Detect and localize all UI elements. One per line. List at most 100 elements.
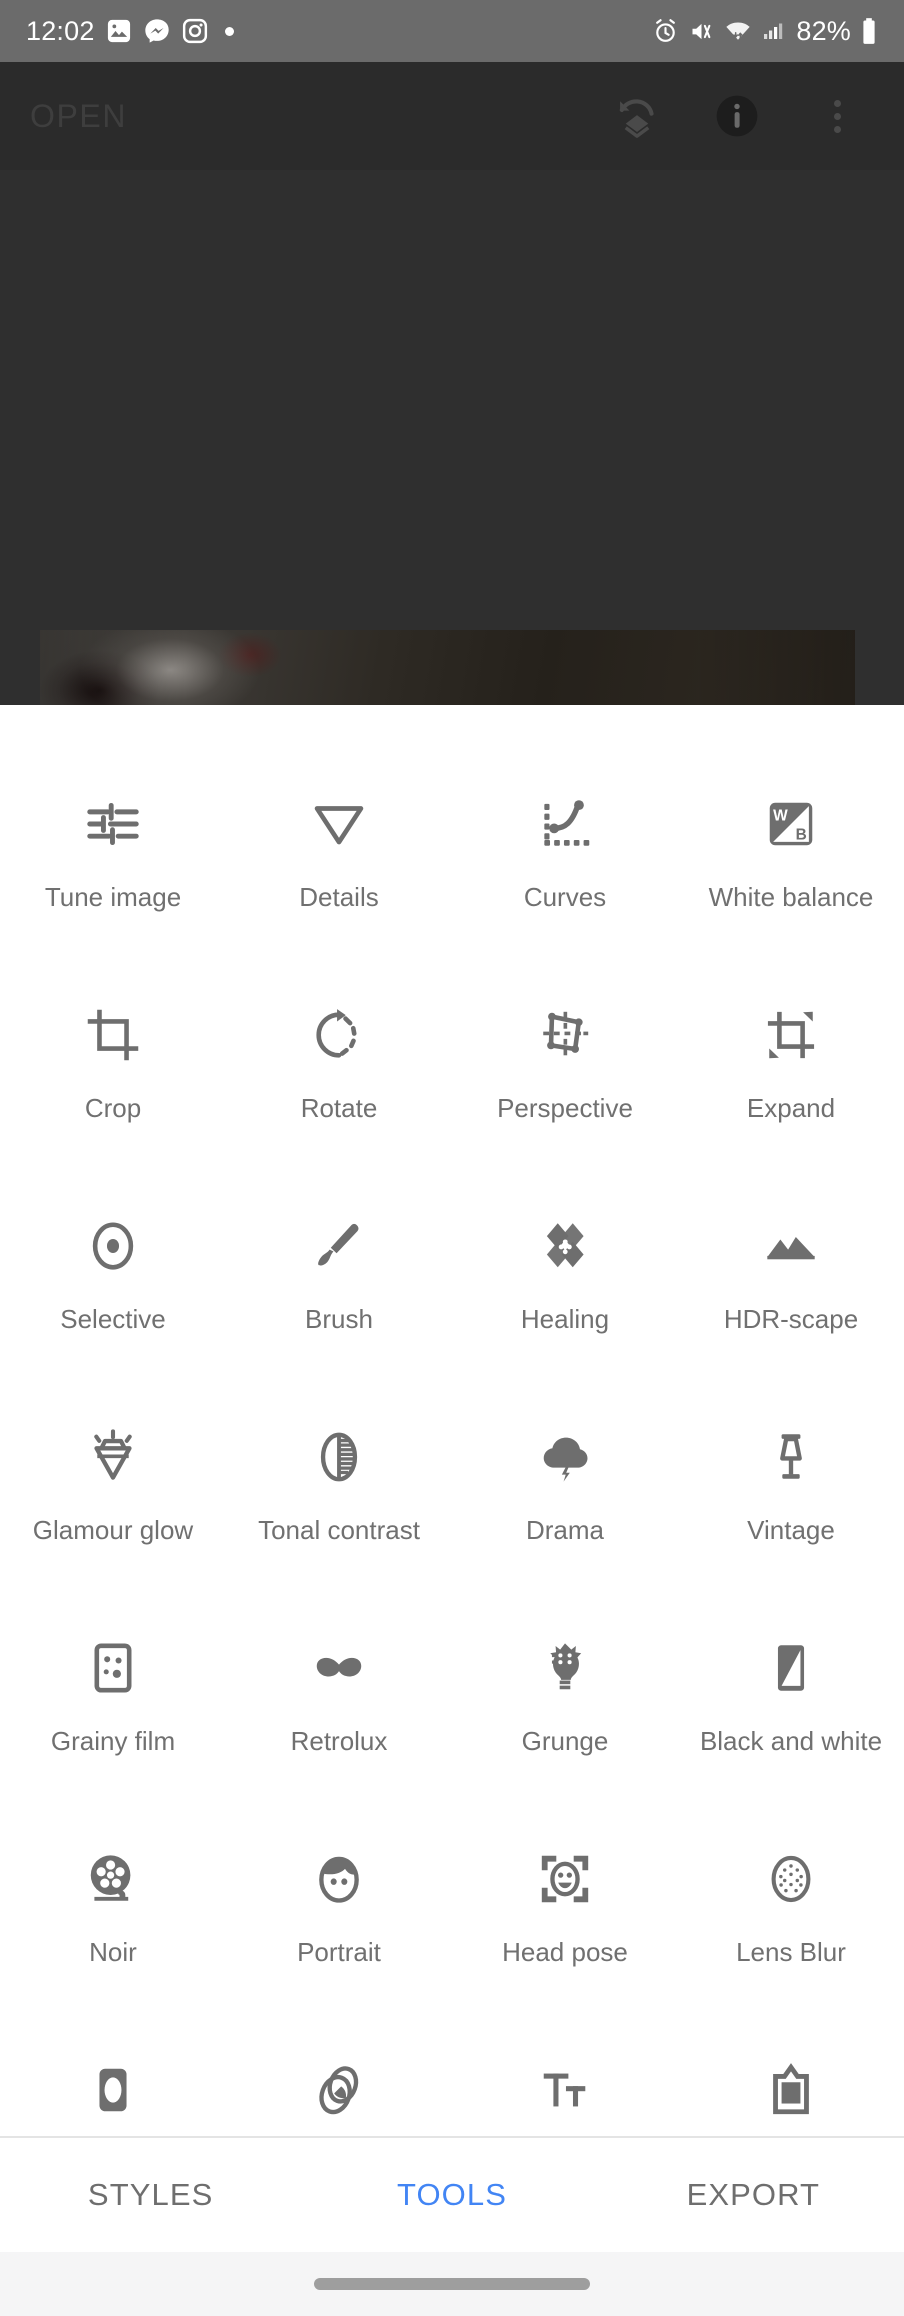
- vignette-icon: [84, 2047, 142, 2133]
- tool-grainy-film[interactable]: Grainy film: [0, 1611, 226, 1822]
- tool-label: Curves: [523, 882, 607, 912]
- tool-vintage[interactable]: Vintage: [678, 1400, 904, 1611]
- tool-lens-blur[interactable]: Lens Blur: [678, 1822, 904, 2033]
- tool-label: Glamour glow: [32, 1515, 194, 1545]
- drama-cloud-icon: [536, 1414, 594, 1500]
- app-bar: OPEN: [0, 62, 904, 170]
- nav-tab-tools[interactable]: TOOLS: [301, 2177, 602, 2213]
- tool-hdr-scape[interactable]: HDR-scape: [678, 1189, 904, 1400]
- tool-label: Crop: [84, 1093, 142, 1123]
- tool-row-6: Noir Portrait Head pose Lens Blur: [0, 1822, 904, 2033]
- tool-double-exposure[interactable]: [226, 2033, 452, 2151]
- tool-white-balance[interactable]: W B White balance: [678, 767, 904, 978]
- tool-grunge[interactable]: Grunge: [452, 1611, 678, 1822]
- tool-tune-image[interactable]: Tune image: [0, 767, 226, 978]
- tool-noir[interactable]: Noir: [0, 1822, 226, 2033]
- tool-drama[interactable]: Drama: [452, 1400, 678, 1611]
- noir-film-reel-icon: [84, 1836, 142, 1922]
- battery-percent-label: 82%: [796, 15, 851, 46]
- text-icon: [536, 2047, 594, 2133]
- tool-label: Rotate: [300, 1093, 378, 1123]
- crop-icon: [84, 992, 142, 1078]
- rotate-icon: [310, 992, 368, 1078]
- triangle-down-icon: [308, 781, 370, 867]
- brush-icon: [310, 1203, 368, 1289]
- tool-black-and-white[interactable]: Black and white: [678, 1611, 904, 1822]
- tool-label: Black and white: [699, 1726, 883, 1756]
- tool-crop[interactable]: Crop: [0, 978, 226, 1189]
- tool-expand[interactable]: Expand: [678, 978, 904, 1189]
- tool-vignette[interactable]: [0, 2033, 226, 2151]
- black-and-white-icon: [762, 1625, 820, 1711]
- gesture-nav-area: [0, 2252, 904, 2316]
- tool-label: Lens Blur: [736, 1937, 846, 1967]
- tool-brush[interactable]: Brush: [226, 1189, 452, 1400]
- home-indicator[interactable]: [314, 2278, 590, 2290]
- undo-stack-icon[interactable]: [610, 89, 664, 143]
- status-bar-right: 82%: [652, 16, 878, 47]
- tool-label: Perspective: [497, 1093, 633, 1123]
- tool-glamour-glow[interactable]: Glamour glow: [0, 1400, 226, 1611]
- overflow-menu-icon[interactable]: [810, 89, 864, 143]
- tool-retrolux[interactable]: Retrolux: [226, 1611, 452, 1822]
- photo-vignette-overlay: [40, 630, 855, 705]
- tool-row-4: Glamour glow Tonal contrast Drama Vintag…: [0, 1400, 904, 1611]
- bottom-nav: STYLES TOOLS EXPORT: [0, 2136, 904, 2252]
- open-button[interactable]: OPEN: [30, 98, 127, 135]
- status-bar-left: 12:02: [26, 16, 234, 47]
- dot-indicator-icon: [224, 26, 234, 36]
- grunge-guitar-icon: [536, 1625, 594, 1711]
- healing-icon: [536, 1203, 594, 1289]
- tool-label: Selective: [60, 1304, 166, 1334]
- tool-healing[interactable]: Healing: [452, 1189, 678, 1400]
- tool-curves[interactable]: Curves: [452, 767, 678, 978]
- tool-label: Drama: [525, 1515, 604, 1545]
- tool-row-1: Tune image Details Curves W B White bala…: [0, 767, 904, 978]
- tool-label: Healing: [520, 1304, 610, 1334]
- nav-tab-export[interactable]: EXPORT: [603, 2177, 904, 2213]
- head-pose-icon: [536, 1836, 594, 1922]
- tool-label: Tonal contrast: [258, 1515, 420, 1545]
- svg-text:W: W: [773, 808, 788, 825]
- tool-portrait[interactable]: Portrait: [226, 1822, 452, 2033]
- photo-canvas[interactable]: [0, 170, 904, 705]
- tool-label: Head pose: [502, 1937, 628, 1967]
- tool-frames[interactable]: [678, 2033, 904, 2151]
- expand-icon: [762, 992, 820, 1078]
- tool-tonal-contrast[interactable]: Tonal contrast: [226, 1400, 452, 1611]
- selective-icon: [84, 1203, 142, 1289]
- app-screen: 12:02 82% OPEN Tune image Details Curves…: [0, 0, 904, 2316]
- vintage-lamp-icon: [762, 1414, 820, 1500]
- alarm-icon: [652, 18, 679, 45]
- grainy-film-icon: [84, 1625, 142, 1711]
- curves-icon: [534, 781, 596, 867]
- tool-label: Details: [299, 882, 379, 912]
- tool-rotate[interactable]: Rotate: [226, 978, 452, 1189]
- frames-icon: [762, 2047, 820, 2133]
- tool-text[interactable]: [452, 2033, 678, 2151]
- tool-label: Noir: [89, 1937, 137, 1967]
- photo-preview[interactable]: [40, 630, 855, 705]
- photos-icon: [105, 17, 133, 45]
- app-bar-actions: [610, 89, 874, 143]
- tool-label: Expand: [746, 1093, 836, 1123]
- retrolux-mustache-icon: [310, 1625, 368, 1711]
- tools-panel: Tune image Details Curves W B White bala…: [0, 705, 904, 2156]
- nav-tab-styles[interactable]: STYLES: [0, 2177, 301, 2213]
- tool-label: Vintage: [747, 1515, 835, 1545]
- tool-head-pose[interactable]: Head pose: [452, 1822, 678, 2033]
- tool-perspective[interactable]: Perspective: [452, 978, 678, 1189]
- tool-details[interactable]: Details: [226, 767, 452, 978]
- tool-row-3: Selective Brush Healing HDR-scape: [0, 1189, 904, 1400]
- svg-text:B: B: [796, 826, 807, 843]
- white-balance-icon: W B: [762, 781, 820, 867]
- cellular-signal-icon: [761, 19, 785, 43]
- tool-label: Tune image: [44, 882, 182, 912]
- info-icon[interactable]: [710, 89, 764, 143]
- status-clock: 12:02: [26, 15, 95, 46]
- messenger-icon: [143, 17, 171, 45]
- glamour-glow-icon: [84, 1414, 142, 1500]
- tool-selective[interactable]: Selective: [0, 1189, 226, 1400]
- tool-label: Grunge: [521, 1726, 609, 1756]
- perspective-icon: [536, 992, 594, 1078]
